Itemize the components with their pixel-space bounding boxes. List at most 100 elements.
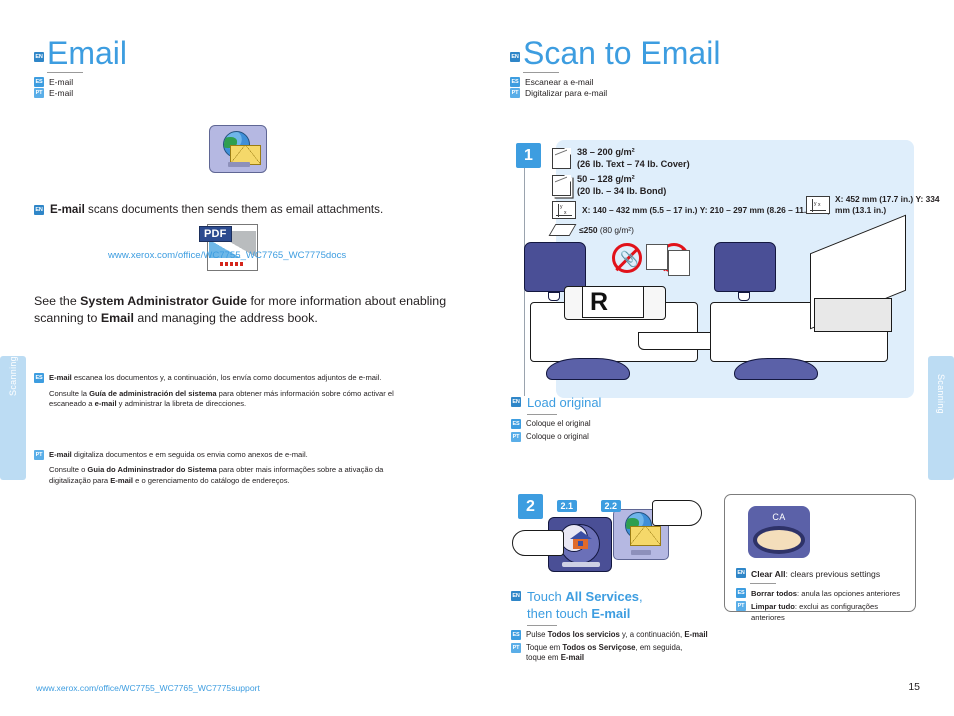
side-tab-label-left: Scanning xyxy=(8,356,18,396)
step-marker-2-1: 2.1 xyxy=(557,500,577,512)
page-title-row: EN Email xyxy=(34,36,464,70)
side-tab-scanning-right: Scanning xyxy=(928,356,954,480)
original-specifications: 38 – 200 g/m² (26 lb. Text – 74 lb. Cove… xyxy=(548,146,830,239)
step-2-caption-pt-b1: Todos os Serviçose xyxy=(562,642,636,652)
right-title-divider xyxy=(523,72,559,73)
step-marker-2-2: 2.2 xyxy=(601,500,621,512)
spanish-lead-bold: E-mail xyxy=(49,373,72,382)
clear-all-es-rest: : anula las opciones anteriores xyxy=(797,589,901,598)
output-tray-left xyxy=(638,332,720,350)
envelope-icon-step2 xyxy=(630,526,661,546)
glass-xy-icon: y x xyxy=(806,196,830,214)
portuguese-body-b2: E-mail xyxy=(110,475,134,485)
lang-badge-pt-cap2: PT xyxy=(511,642,521,653)
portuguese-lead-rest: digitaliza documentos e em seguida os en… xyxy=(71,449,308,459)
right-page-title: Scan to Email xyxy=(523,35,721,71)
spanish-lead: ES E-mail escanea los documentos y, a co… xyxy=(34,373,424,384)
home-icon xyxy=(569,531,592,549)
platen-glass-area xyxy=(814,298,892,332)
arrow-glyph: R xyxy=(590,288,609,316)
step-2-caption-en: EN Touch All Services, then touch E-mail xyxy=(511,588,726,622)
torn-paper-glyph-2 xyxy=(668,250,690,276)
spanish-body-b2: e-mail xyxy=(94,399,117,409)
step-2-caption-es-p2: y, a continuación, xyxy=(619,630,685,639)
subtitle-es: ES E-mail xyxy=(34,77,464,87)
see-note-b2: Email xyxy=(100,311,134,325)
portuguese-body-p3: e o gerenciamento do catálogo de endereç… xyxy=(133,475,290,485)
lang-badge-en-cap1: EN xyxy=(511,397,521,407)
lang-badge-es: ES xyxy=(34,77,44,87)
lang-badge-pt-ca: PT xyxy=(736,601,746,611)
portuguese-block: PT E-mail digitaliza documentos e em seg… xyxy=(34,449,424,487)
clear-all-divider xyxy=(750,583,776,584)
paper-tray-handle-left xyxy=(546,358,630,380)
spanish-block: ES E-mail escanea los documentos y, a co… xyxy=(34,373,424,410)
printer-illustration-glass xyxy=(710,214,920,390)
clear-all-button-key[interactable] xyxy=(757,530,801,550)
clear-all-es-bold: Borrar todos xyxy=(751,589,797,598)
lang-badge-es-ca: ES xyxy=(736,588,746,598)
see-note-p1: See the xyxy=(34,294,81,308)
clear-all-button[interactable]: CA xyxy=(748,506,810,558)
step-1-caption-pt: PT Coloque o original xyxy=(511,431,741,443)
spanish-body-p3: y administrar la libreta de direcciones. xyxy=(116,399,247,409)
step-2-caption-es: ES Pulse Todos los servicios y, a contin… xyxy=(511,630,726,641)
page-title: Email xyxy=(47,35,128,71)
step-2-caption-es-p1: Pulse xyxy=(526,630,548,639)
footer-support-url[interactable]: www.xerox.com/office/WC7755_WC7765_WC777… xyxy=(36,683,260,693)
right-subtitle-pt: PT Digitalizar para e-mail xyxy=(510,88,920,98)
step-2-caption-pt-line2-b1: E-mail xyxy=(560,653,585,663)
torn-paper-glyph xyxy=(646,244,668,270)
icon-slot xyxy=(228,162,250,167)
portuguese-body-b1: Guia do Admininstrador do Sistema xyxy=(87,465,217,475)
step-1-caption-divider xyxy=(527,414,557,415)
spanish-lead-rest: escanea los documentos y, a continuación… xyxy=(71,373,382,382)
side-tab-scanning-left: Scanning xyxy=(0,356,26,480)
control-panel-neck-left xyxy=(548,292,560,301)
step-2-caption-pt-p1: Toque em xyxy=(526,642,563,652)
email-app-icon xyxy=(209,125,267,173)
clear-all-es: ES Borrar todos: anula las opciones ante… xyxy=(736,588,912,599)
clear-all-descriptions: EN Clear All: clears previous settings E… xyxy=(736,568,912,623)
step-2-caption-es-b2: E-mail xyxy=(684,630,708,639)
spec-weight-1-imperial: (26 lb. Text – 74 lb. Cover) xyxy=(577,159,690,169)
lang-badge-es-cap2: ES xyxy=(511,630,521,640)
pdf-footer-mark xyxy=(220,262,244,266)
lang-badge-en-intro: EN xyxy=(34,205,44,215)
control-panel-screen-right xyxy=(714,242,776,292)
step-1-number: 1 xyxy=(516,143,541,168)
step-1-caption: EN Load original ES Coloque el original … xyxy=(511,394,741,442)
right-subtitle-es-text: Escanear a e-mail xyxy=(525,77,594,87)
spec-weight-1: 38 – 200 g/m² (26 lb. Text – 74 lb. Cove… xyxy=(552,146,830,170)
service-button-slot xyxy=(631,550,651,555)
title-divider xyxy=(47,72,83,73)
spec-weight-2-metric: 50 – 128 g/m² xyxy=(577,174,635,184)
step-2-caption-es-b1: Todos los servicios xyxy=(547,630,620,639)
right-page-title-row: EN Scan to Email xyxy=(510,36,920,70)
side-tab-label-right: Scanning xyxy=(936,374,946,414)
intro-rest: scans documents then sends them as email… xyxy=(84,203,384,216)
lang-badge-en: EN xyxy=(34,52,44,62)
step-2-caption-divider xyxy=(527,625,557,626)
step-2-caption-en-line2-b1: E-mail xyxy=(591,606,631,621)
hand-pointer-left xyxy=(512,530,564,556)
step-2-caption-pt-line2-p1: toque em xyxy=(526,653,561,663)
spec-weight-2: 50 – 128 g/m² (20 lb. – 34 lb. Bond) xyxy=(552,173,830,197)
subtitle-es-text: E-mail xyxy=(49,77,74,87)
clear-all-pt-bold: Limpar tudo xyxy=(751,602,795,611)
step-2-caption: EN Touch All Services, then touch E-mail… xyxy=(511,588,726,664)
page-number: 15 xyxy=(908,681,920,693)
right-subtitle-pt-text: Digitalizar para e-mail xyxy=(525,88,608,98)
paper-stack-icon xyxy=(552,174,571,196)
clear-all-en-bold: Clear All xyxy=(751,569,786,579)
step-1-caption-en: EN Load original xyxy=(511,394,741,411)
lang-badge-pt-right: PT xyxy=(510,88,520,98)
step-1-caption-pt-text: Coloque o original xyxy=(526,431,589,441)
spec-weight-2-imperial: (20 lb. – 34 lb. Bond) xyxy=(577,186,667,196)
lang-badge-es-right: ES xyxy=(510,77,520,87)
spec-capacity: ≤250 (80 g/m²) xyxy=(548,224,830,236)
docs-url-link[interactable]: www.xerox.com/office/WC7755_WC7765_WC777… xyxy=(108,250,346,261)
spec-dimensions: y x X: 140 – 432 mm (5.5 – 17 in.) Y: 21… xyxy=(552,201,830,219)
step-1-caption-es: ES Coloque el original xyxy=(511,419,741,430)
portuguese-body: Consulte o Guia do Admininstrador do Sis… xyxy=(49,465,424,486)
